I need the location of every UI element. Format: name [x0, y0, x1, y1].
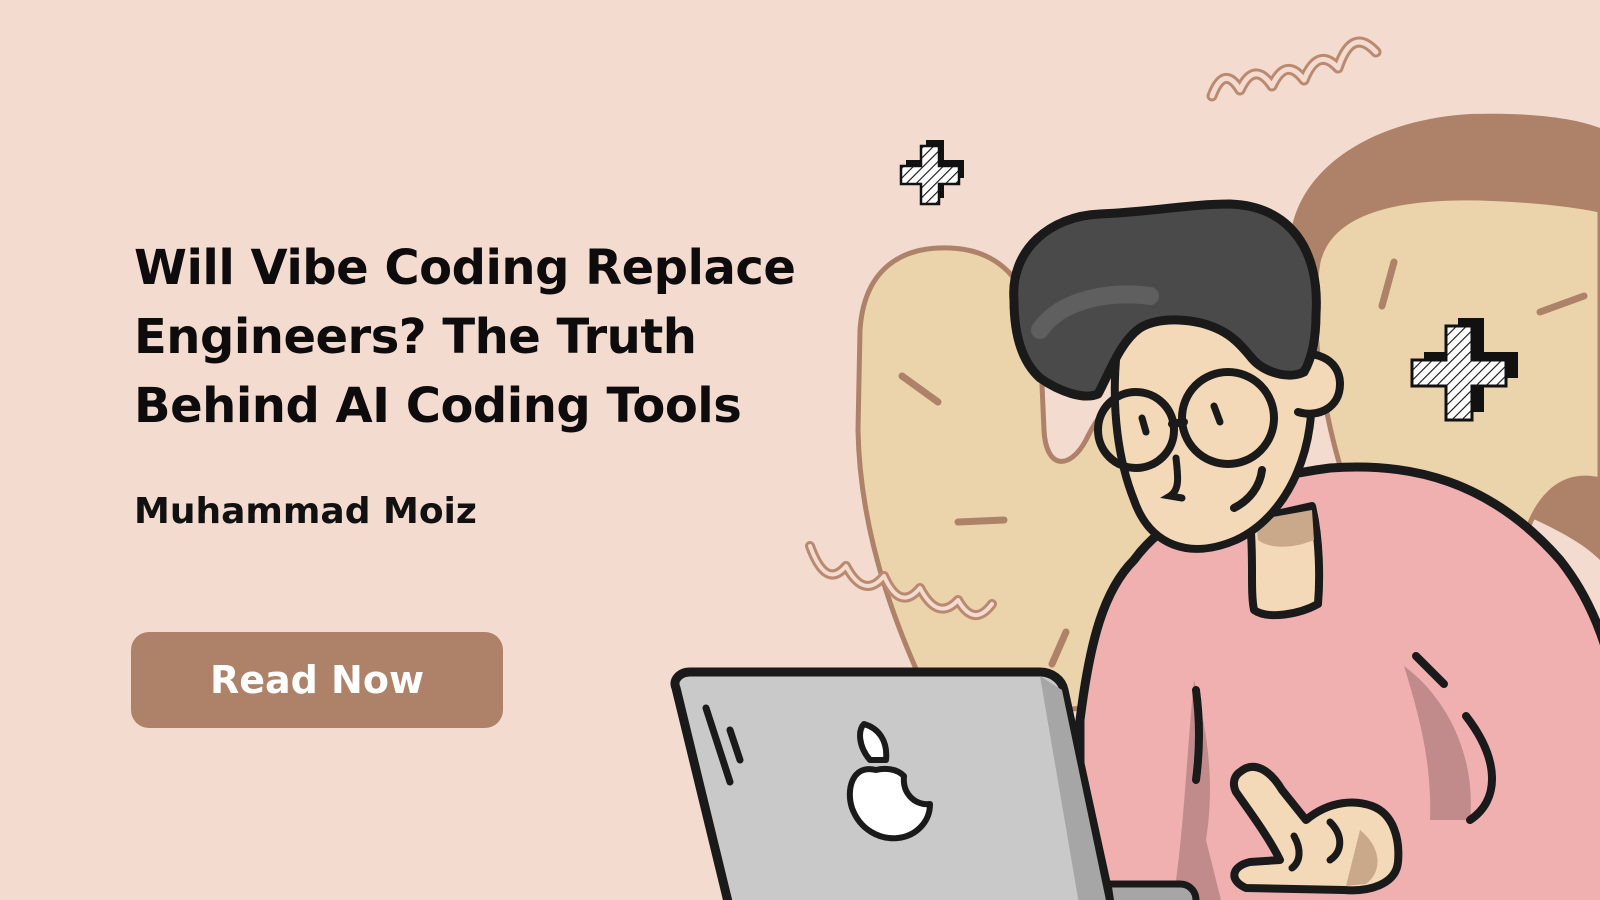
blog-banner: Will Vibe Coding Replace Engineers? The …	[0, 0, 1600, 900]
read-now-button[interactable]: Read Now	[131, 632, 503, 728]
article-title: Will Vibe Coding Replace Engineers? The …	[134, 240, 796, 434]
plus-sparkle-icon	[899, 140, 964, 206]
author-name: Muhammad Moiz	[134, 491, 477, 532]
developer-illustration	[670, 36, 1600, 900]
